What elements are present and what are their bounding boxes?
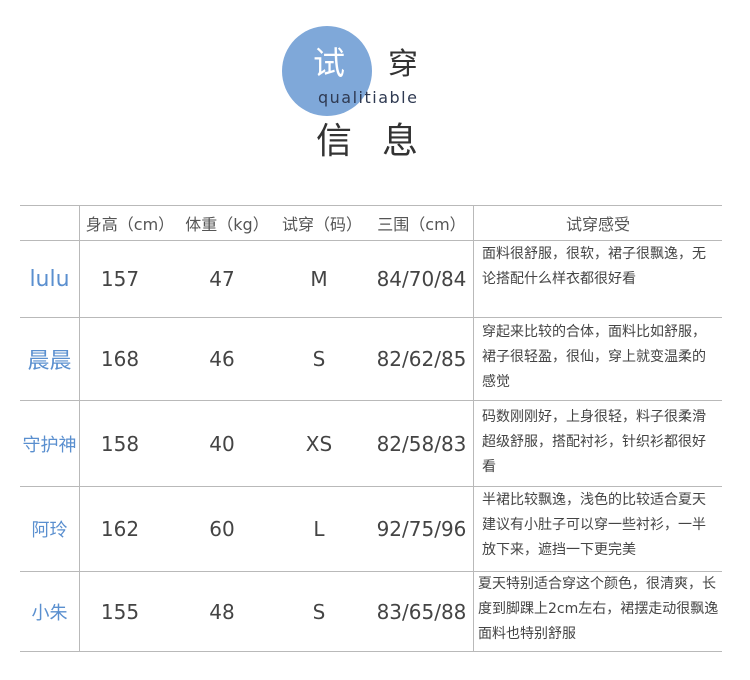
- row-name: lulu: [29, 266, 70, 292]
- row-size: XS: [305, 431, 333, 456]
- row-height: 162: [100, 517, 140, 541]
- header-height: 身高（cm）: [85, 214, 175, 234]
- row-size: S: [312, 599, 326, 624]
- header-feedback: 试穿感受: [565, 214, 630, 234]
- row-size: M: [310, 267, 328, 291]
- row-weight: 40: [209, 431, 235, 456]
- row-size: L: [313, 517, 325, 541]
- row-measurements: 92/75/96: [376, 517, 467, 541]
- row-height: 157: [100, 267, 140, 291]
- row-weight: 47: [209, 267, 235, 291]
- header-measurements: 三围（cm）: [377, 214, 466, 234]
- row-weight: 46: [209, 347, 235, 371]
- row-height: 168: [100, 347, 140, 371]
- row-name: 晨晨: [27, 349, 72, 374]
- row-name: 阿玲: [31, 520, 68, 541]
- row-height: 155: [100, 599, 140, 624]
- row-name: 小朱: [31, 602, 68, 624]
- row-feedback: 夏天特别适合穿这个颜色，很清爽，长度到脚踝上2cm左右，裙摆走动很飘逸面料也特别…: [478, 576, 719, 642]
- row-feedback: 半裙比较飘逸，浅色的比较适合夏天建议有小肚子可以穿一些衬衫，一半放下来，遮挡一下…: [482, 492, 706, 558]
- row-feedback: 面料很舒服，很软，裙子很飘逸，无论搭配什么样衣都很好看: [482, 246, 706, 287]
- table-border-bottom: [20, 651, 722, 652]
- title-wear-char: 穿: [388, 47, 418, 82]
- row-weight: 60: [209, 517, 235, 541]
- row-name: 守护神: [22, 434, 77, 456]
- row-measurements: 84/70/84: [376, 267, 467, 291]
- title-try-char: 试: [313, 44, 346, 82]
- row-measurements: 83/65/88: [376, 599, 467, 624]
- row-measurements: 82/58/83: [376, 431, 467, 456]
- title-english-label: qualitiable: [318, 88, 419, 107]
- row-feedback: 穿起来比较的合体，面料比如舒服，裙子很轻盈，很仙，穿上就变温柔的感觉: [482, 324, 706, 390]
- row-height: 158: [100, 431, 140, 456]
- header-size: 试穿（码）: [281, 214, 362, 234]
- page-subtitle: 信息: [316, 121, 449, 162]
- row-measurements: 82/62/85: [376, 347, 467, 371]
- row-weight: 48: [209, 599, 235, 624]
- row-size: S: [312, 347, 326, 371]
- header-weight: 体重（kg）: [185, 214, 269, 234]
- row-feedback: 码数刚刚好，上身很轻，料子很柔滑超级舒服，搭配衬衫，针织衫都很好看: [482, 409, 706, 475]
